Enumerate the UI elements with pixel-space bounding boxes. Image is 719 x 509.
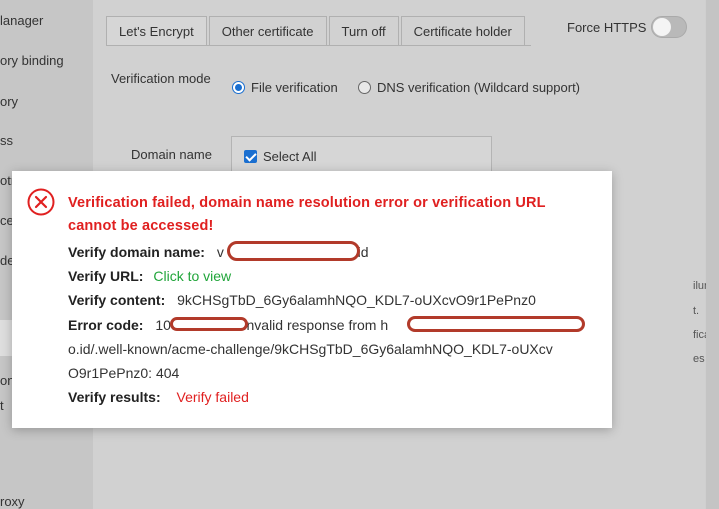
- file-verification-label[interactable]: File verification: [251, 80, 338, 95]
- error-code-label: Error code:: [68, 317, 144, 333]
- tab-lets-encrypt[interactable]: Let's Encrypt: [106, 16, 207, 46]
- sidebar-item-directory-binding[interactable]: ory binding: [0, 53, 64, 68]
- verify-content-label: Verify content:: [68, 292, 166, 308]
- bg-note-2: t.: [693, 305, 700, 317]
- verify-results-value: Verify failed: [176, 389, 249, 405]
- verify-content-value: 9kCHSgTbD_6Gy6alamhNQO_KDL7-oUXcvO9r1PeP…: [177, 292, 536, 308]
- error-detail-line-3: O9r1PePnz0: 404: [68, 364, 179, 382]
- force-https-label: Force HTTPS: [567, 20, 647, 35]
- sidebar-item-partial-5[interactable]: t: [0, 398, 4, 413]
- domain-name-label: Domain name: [131, 147, 212, 162]
- error-detail-text-2: o.id/.well-known/acme-challenge/9kCHSgTb…: [68, 341, 553, 357]
- verify-url-row: Verify URL: Click to view: [68, 267, 231, 285]
- error-detail-text-3: O9r1PePnz0: 404: [68, 365, 180, 381]
- tab-certificate-holder[interactable]: Certificate holder: [400, 16, 525, 46]
- file-verification-radio[interactable]: [232, 81, 245, 94]
- dns-verification-radio[interactable]: [358, 81, 371, 94]
- redaction-mark: [227, 241, 360, 261]
- verify-domain-prefix: v: [216, 244, 224, 260]
- tab-other-certificate[interactable]: Other certificate: [208, 16, 327, 46]
- redaction-mark: [407, 316, 585, 332]
- verification-error-dialog: Verification failed, domain name resolut…: [12, 171, 612, 428]
- verify-url-label: Verify URL:: [68, 268, 144, 284]
- scroll-track: [706, 0, 719, 509]
- tab-turn-off[interactable]: Turn off: [328, 16, 399, 46]
- select-all-label[interactable]: Select All: [263, 149, 316, 164]
- ssl-tabs: Let's Encrypt Other certificate Turn off…: [106, 16, 527, 46]
- dns-verification-label[interactable]: DNS verification (Wildcard support): [377, 80, 580, 95]
- select-all-checkbox[interactable]: [244, 150, 257, 163]
- error-title: Verification failed, domain name resolut…: [68, 195, 546, 234]
- error-circle-x-icon: [27, 188, 55, 216]
- error-detail-line-2: o.id/.well-known/acme-challenge/9kCHSgTb…: [68, 340, 553, 358]
- sidebar-item-manager[interactable]: lanager: [0, 13, 43, 28]
- force-https-toggle[interactable]: [651, 16, 687, 38]
- error-code-message: Invalid response from h: [242, 317, 389, 333]
- verify-domain-label: Verify domain name:: [68, 244, 205, 260]
- verify-url-link[interactable]: Click to view: [153, 268, 231, 284]
- redaction-mark: [170, 317, 248, 331]
- sidebar-item-directory[interactable]: ory: [0, 94, 18, 109]
- sidebar-item-access[interactable]: ss: [0, 133, 13, 148]
- verify-content-row: Verify content: 9kCHSgTbD_6Gy6alamhNQO_K…: [68, 291, 536, 309]
- tab-divider: [106, 45, 531, 46]
- verification-mode-label: Verification mode: [111, 71, 211, 86]
- sidebar-item-proxy[interactable]: roxy: [0, 494, 25, 509]
- verify-results-label: Verify results:: [68, 389, 161, 405]
- toggle-knob: [653, 18, 671, 36]
- verify-results-row: Verify results: Verify failed: [68, 388, 249, 406]
